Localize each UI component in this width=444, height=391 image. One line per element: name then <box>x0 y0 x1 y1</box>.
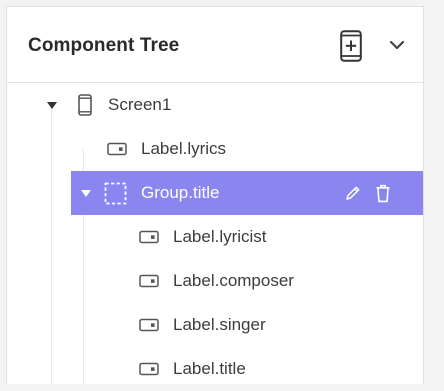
tree-row-label-lyrics[interactable]: Label.lyrics <box>7 127 423 171</box>
tree-item-label: Label.lyricist <box>173 227 267 246</box>
tree-item-label: Label.composer <box>173 271 294 290</box>
phone-plus-icon <box>340 30 362 62</box>
phone-icon <box>75 93 95 117</box>
collapse-panel-button[interactable] <box>385 33 409 57</box>
tree-item-label: Group.title <box>141 183 220 202</box>
label-icon <box>138 229 160 245</box>
tree-item-label: Label.lyrics <box>141 139 227 158</box>
tree-row-group-title[interactable]: Group.title <box>71 171 423 215</box>
panel-title: Component Tree <box>28 35 180 56</box>
expand-caret-icon[interactable] <box>47 102 57 109</box>
panel-header: Component Tree <box>7 7 423 83</box>
label-icon <box>138 361 160 377</box>
tree-item-label: Label.singer <box>173 315 266 334</box>
tree-row-screen1[interactable]: Screen1 <box>7 83 423 127</box>
tree-row-label-lyricist[interactable]: Label.lyricist <box>7 215 423 259</box>
label-icon <box>138 273 160 289</box>
delete-button[interactable] <box>373 182 393 204</box>
dashed-square-icon <box>103 181 127 205</box>
add-screen-button[interactable] <box>337 29 365 63</box>
tree-item-label: Screen1 <box>108 95 172 114</box>
tree-row-label-composer[interactable]: Label.composer <box>7 259 423 303</box>
rename-button[interactable] <box>343 182 363 204</box>
component-tree: Screen1 Label.lyrics Group.title Label.l… <box>7 83 423 385</box>
expand-caret-icon[interactable] <box>81 190 91 197</box>
tree-item-label: Label.title <box>173 359 246 378</box>
pencil-icon <box>346 186 360 200</box>
tree-row-label-title[interactable]: Label.title <box>7 347 423 391</box>
trash-icon <box>376 184 390 202</box>
component-tree-panel: Component Tree Screen1 Label.lyrics Grou… <box>6 6 424 385</box>
chevron-down-icon <box>389 40 405 50</box>
tree-row-label-singer[interactable]: Label.singer <box>7 303 423 347</box>
label-icon <box>138 317 160 333</box>
label-icon <box>106 141 128 157</box>
